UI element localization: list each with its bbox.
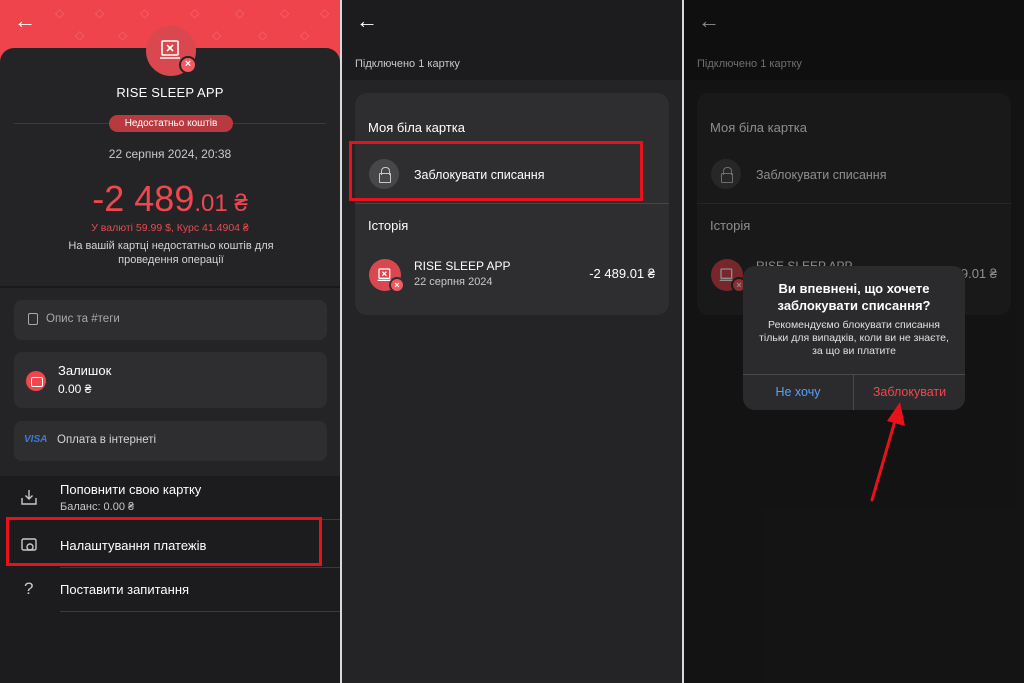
highlight-block-charges xyxy=(349,141,643,201)
block-confirm-screen: ← Підключено 1 картку Моя біла картка За… xyxy=(684,0,1024,683)
cancel-button[interactable]: Не хочу xyxy=(743,385,853,399)
menu-top-up-title: Поповнити свою картку xyxy=(60,482,202,497)
payment-type-label: Оплата в інтернеті xyxy=(57,434,157,446)
section-separator xyxy=(0,286,340,288)
question-icon: ? xyxy=(24,579,34,598)
transaction-amount: -2 489.01 ₴ xyxy=(0,178,340,220)
card-panel: Моя біла картка Заблокувати списання Іст… xyxy=(355,93,669,315)
insufficient-funds-note: На вашій картці недостатньо коштів для п… xyxy=(68,240,274,266)
note-icon xyxy=(28,313,38,325)
menu-divider xyxy=(60,611,340,612)
back-arrow-icon[interactable]: ← xyxy=(14,10,36,32)
menu-divider xyxy=(60,567,340,568)
description-placeholder: Опис та #теги xyxy=(46,313,120,325)
back-arrow-icon[interactable]: ← xyxy=(356,10,378,32)
actions-menu: Поповнити свою картку Баланс: 0.00 ₴ Нал… xyxy=(0,476,340,683)
visa-logo-icon: VISA xyxy=(24,434,48,445)
dialog-title: Ви впевнені, що хочете заблокувати списа… xyxy=(777,281,931,313)
connected-cards-label: Підключено 1 картку xyxy=(355,58,460,70)
balance-label: Залишок xyxy=(58,363,112,378)
menu-ask-question-title: Поставити запитання xyxy=(60,582,190,597)
confirm-block-button[interactable]: Заблокувати xyxy=(854,385,965,399)
transaction-date: 22 серпня 2024 xyxy=(414,276,493,288)
declined-icon: × xyxy=(389,277,405,293)
amount-main: -2 489 xyxy=(92,178,195,219)
annotation-arrow-icon xyxy=(870,402,905,502)
confirm-dialog: Ви впевнені, що хочете заблокувати списа… xyxy=(743,266,965,410)
currency-rate: У валюті 59.99 $, Курс 41.4904 ₴ xyxy=(91,222,249,234)
transaction-name: RISE SLEEP APP xyxy=(414,259,511,273)
history-title: Історія xyxy=(368,218,409,233)
payment-type-row: VISA Оплата в інтернеті xyxy=(14,421,327,461)
card-title: Моя біла картка xyxy=(368,120,465,135)
menu-top-up-balance: Баланс: 0.00 ₴ xyxy=(60,501,135,513)
balance-value: 0.00 ₴ xyxy=(58,382,92,396)
transaction-datetime: 22 серпня 2024, 20:38 xyxy=(108,147,232,161)
balance-row: Залишок 0.00 ₴ xyxy=(14,352,327,408)
card-settings-screen: ← Підключено 1 картку Моя біла картка За… xyxy=(342,0,682,683)
wallet-icon xyxy=(26,371,46,391)
menu-ask-question[interactable]: ? Поставити запитання xyxy=(0,572,340,612)
receipt-cross-icon xyxy=(160,40,180,59)
status-badge: Недостатньо коштів xyxy=(109,115,233,132)
declined-icon: × xyxy=(179,56,197,74)
transaction-amount: -2 489.01 ₴ xyxy=(589,266,655,281)
download-tray-icon xyxy=(21,490,37,505)
divider xyxy=(355,203,669,204)
transaction-details-screen: ◇ ◇ ◇ ◇ ◇ ◇ ◇ ◇ ◇ ◇ ◇ ◇ ← × RISE SLEEP APP Не… xyxy=(0,0,340,683)
amount-fraction: .01 ₴ xyxy=(194,190,248,217)
menu-top-up-card[interactable]: Поповнити свою картку Баланс: 0.00 ₴ xyxy=(0,476,340,518)
description-tags-field[interactable]: Опис та #теги xyxy=(14,300,327,340)
dialog-message: Рекомендуємо блокувати списання тільки д… xyxy=(759,319,949,357)
highlight-payment-settings xyxy=(6,517,322,566)
merchant-name: RISE SLEEP APP xyxy=(116,85,224,100)
dialog-divider xyxy=(743,374,965,375)
